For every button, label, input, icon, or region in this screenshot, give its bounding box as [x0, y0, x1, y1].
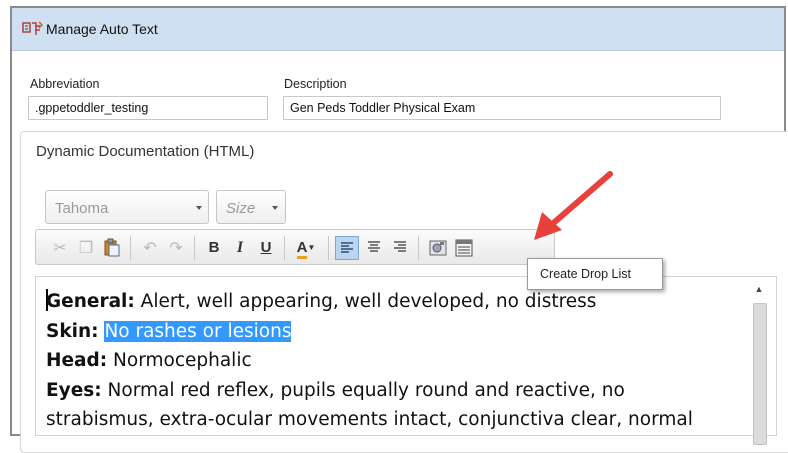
general-line: General: Alert, well appearing, well dev…: [46, 287, 736, 317]
align-left-button[interactable]: [335, 236, 359, 260]
description-field[interactable]: Gen Peds Toddler Physical Exam: [283, 96, 721, 120]
general-label: General:: [46, 291, 135, 312]
head-text: Normocephalic: [107, 350, 252, 371]
font-color-button[interactable]: A▼: [290, 236, 322, 260]
formatting-toolbar: ✂ ❐ ↶ ↷ B I U A▼: [35, 229, 555, 265]
abbreviation-field[interactable]: .gppetoddler_testing: [28, 96, 268, 120]
chevron-down-icon: [196, 206, 202, 210]
undo-icon[interactable]: ↶: [138, 236, 162, 260]
scroll-up-icon[interactable]: ▲: [750, 281, 768, 297]
red-arrow-icon: [534, 171, 613, 240]
dynamic-documentation-label: Dynamic Documentation (HTML): [36, 143, 255, 160]
description-label: Description: [284, 77, 347, 91]
eyes-line: Eyes: Normal red reflex, pupils equally …: [46, 376, 736, 406]
align-center-button[interactable]: [362, 236, 386, 260]
font-family-select[interactable]: Tahoma: [45, 190, 209, 224]
skin-label: Skin:: [46, 320, 99, 342]
skin-line: Skin: No rashes or lesions: [46, 317, 736, 347]
editor-content[interactable]: General: Alert, well appearing, well dev…: [46, 287, 736, 435]
align-right-button[interactable]: [388, 236, 412, 260]
title-bar: Manage Auto Text: [12, 8, 784, 51]
underline-button[interactable]: U: [254, 236, 278, 260]
chevron-down-icon: [272, 206, 278, 210]
general-text: Alert, well appearing, well developed, n…: [134, 291, 597, 312]
eyes-text: Normal red reflex, pupils equally round …: [101, 379, 625, 401]
scroll-thumb[interactable]: [753, 303, 767, 445]
font-size-value: Size: [226, 200, 256, 217]
italic-button[interactable]: I: [228, 236, 252, 260]
font-family-value: Tahoma: [55, 200, 109, 217]
app-icon: [22, 21, 43, 35]
paste-icon[interactable]: [100, 236, 124, 260]
html-editor[interactable]: General: Alert, well appearing, well dev…: [35, 276, 777, 445]
abbreviation-label: Abbreviation: [30, 77, 100, 91]
selected-skin-text[interactable]: No rashes or lesions: [104, 320, 292, 342]
insert-image-button[interactable]: [426, 236, 450, 260]
bold-button[interactable]: B: [202, 236, 226, 260]
vertical-scrollbar[interactable]: ▲: [750, 281, 768, 445]
eyes-line-2: strabismus, extra-ocular movements intac…: [46, 409, 693, 430]
head-line: Head: Normocephalic: [46, 346, 736, 376]
eyes-label: Eyes:: [46, 379, 102, 401]
redo-icon[interactable]: ↷: [164, 236, 188, 260]
font-size-select[interactable]: Size: [216, 190, 286, 224]
create-drop-list-tooltip: Create Drop List: [527, 258, 663, 290]
font-color-label: A: [296, 239, 308, 259]
window-title: Manage Auto Text: [46, 21, 158, 37]
create-drop-list-button[interactable]: [452, 236, 476, 260]
cut-icon[interactable]: ✂: [48, 236, 72, 260]
head-label: Head:: [46, 350, 108, 371]
copy-icon[interactable]: ❐: [74, 236, 98, 260]
